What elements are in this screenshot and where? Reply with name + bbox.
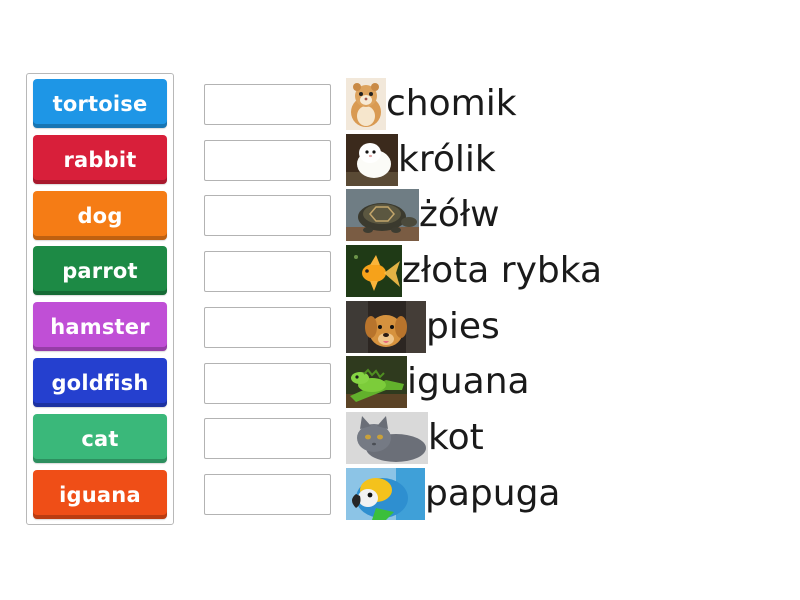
item-row-zolw: żółw bbox=[346, 189, 500, 241]
word-label: kot bbox=[428, 417, 484, 458]
drop-slot-2[interactable] bbox=[204, 140, 331, 181]
hamster-photo bbox=[346, 78, 386, 130]
word-label: królik bbox=[398, 139, 496, 180]
drop-slot-4[interactable] bbox=[204, 251, 331, 292]
word-label: żółw bbox=[419, 194, 500, 235]
drop-slot-6[interactable] bbox=[204, 363, 331, 404]
item-row-papuga: papuga bbox=[346, 468, 561, 520]
drop-slot-3[interactable] bbox=[204, 195, 331, 236]
item-row-iguana: iguana bbox=[346, 356, 530, 408]
tile-iguana[interactable]: iguana bbox=[33, 470, 167, 519]
drop-slot-5[interactable] bbox=[204, 307, 331, 348]
item-row-chomik: chomik bbox=[346, 78, 517, 130]
word-label: papuga bbox=[425, 473, 561, 514]
iguana-photo bbox=[346, 356, 407, 408]
tile-tortoise[interactable]: tortoise bbox=[33, 79, 167, 128]
word-bank: tortoise rabbit dog parrot hamster goldf… bbox=[26, 73, 174, 525]
drop-slot-7[interactable] bbox=[204, 418, 331, 459]
cat-photo bbox=[346, 412, 428, 464]
item-row-krolik: królik bbox=[346, 134, 496, 186]
rabbit-photo bbox=[346, 134, 398, 186]
word-label: pies bbox=[426, 306, 500, 347]
item-row-pies: pies bbox=[346, 301, 500, 353]
goldfish-photo bbox=[346, 245, 402, 297]
tile-goldfish[interactable]: goldfish bbox=[33, 358, 167, 407]
drop-slot-8[interactable] bbox=[204, 474, 331, 515]
word-label: chomik bbox=[386, 83, 517, 124]
item-row-zlota-rybka: złota rybka bbox=[346, 245, 602, 297]
tortoise-photo bbox=[346, 189, 419, 241]
tile-hamster[interactable]: hamster bbox=[33, 302, 167, 351]
drop-slot-1[interactable] bbox=[204, 84, 331, 125]
tile-dog[interactable]: dog bbox=[33, 191, 167, 240]
item-row-kot: kot bbox=[346, 412, 484, 464]
tile-cat[interactable]: cat bbox=[33, 414, 167, 463]
word-label: złota rybka bbox=[402, 250, 603, 291]
tile-parrot[interactable]: parrot bbox=[33, 246, 167, 295]
word-label: iguana bbox=[407, 361, 530, 402]
tile-rabbit[interactable]: rabbit bbox=[33, 135, 167, 184]
dog-photo bbox=[346, 301, 426, 353]
parrot-photo bbox=[346, 468, 425, 520]
